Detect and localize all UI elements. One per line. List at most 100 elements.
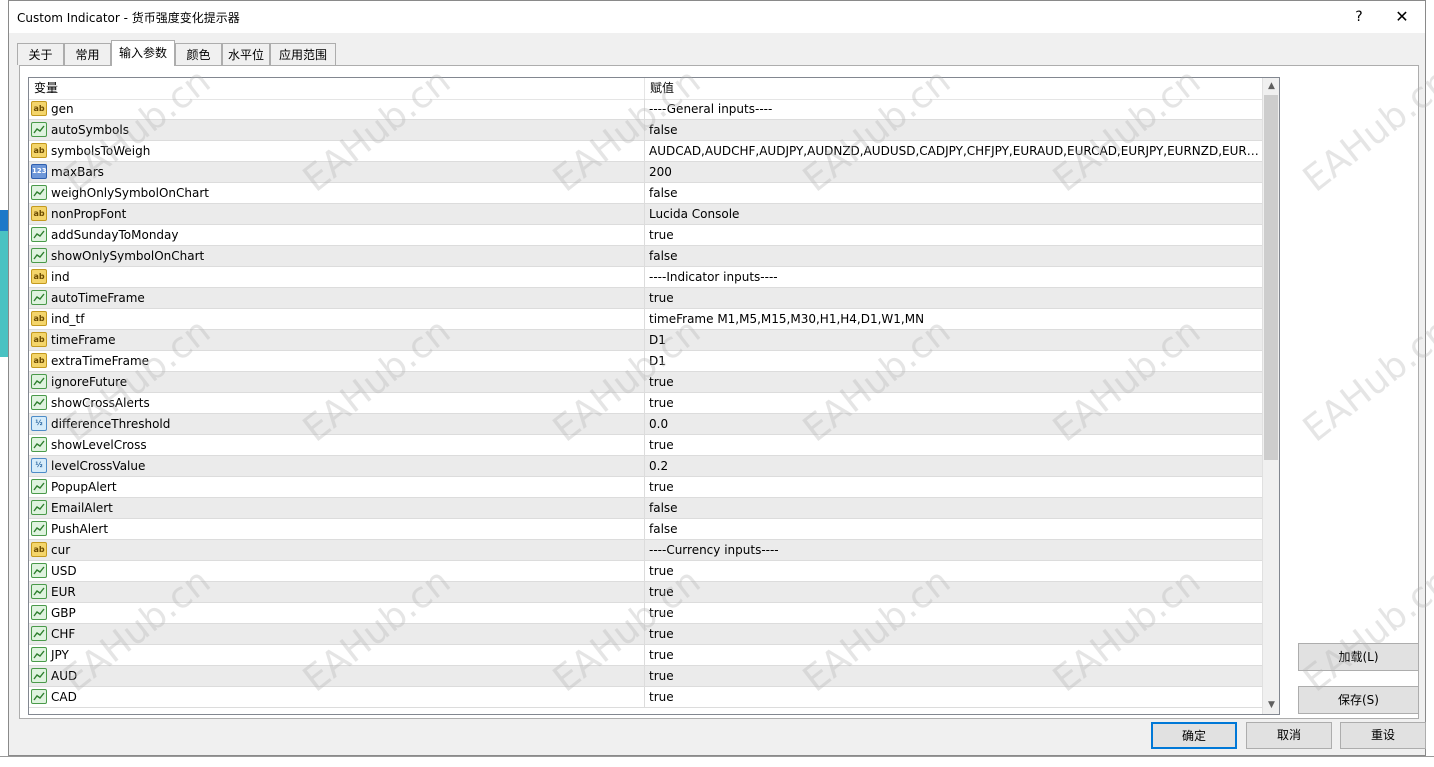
value-cell[interactable]: 0.0	[649, 414, 1259, 434]
value-cell[interactable]: true	[649, 435, 1259, 455]
save-button[interactable]: 保存(S)	[1298, 686, 1419, 714]
value-cell[interactable]: ----General inputs----	[649, 99, 1259, 119]
variable-cell: PushAlert	[29, 519, 645, 539]
value-cell[interactable]: Lucida Console	[649, 204, 1259, 224]
value-cell[interactable]: false	[649, 183, 1259, 203]
tab-colors[interactable]: 颜色	[175, 43, 222, 65]
table-row[interactable]: autoSymbols false	[29, 120, 1262, 141]
variable-name: extraTimeFrame	[51, 354, 150, 368]
variable-name: autoSymbols	[51, 123, 129, 137]
bool-type-icon	[31, 479, 47, 494]
bool-type-icon	[31, 290, 47, 305]
table-row[interactable]: ab extraTimeFrame D1	[29, 351, 1262, 372]
value-cell[interactable]: 0.2	[649, 456, 1259, 476]
value-cell[interactable]: true	[649, 687, 1259, 707]
bool-type-icon	[31, 605, 47, 620]
value-cell[interactable]: true	[649, 372, 1259, 392]
table-row[interactable]: ab gen ----General inputs----	[29, 99, 1262, 120]
table-row[interactable]: CHF true	[29, 624, 1262, 645]
value-cell[interactable]: AUDCAD,AUDCHF,AUDJPY,AUDNZD,AUDUSD,CADJP…	[649, 141, 1259, 161]
table-row[interactable]: ½ levelCrossValue 0.2	[29, 456, 1262, 477]
ok-button[interactable]: 确定	[1151, 722, 1237, 749]
table-row[interactable]: showCrossAlerts true	[29, 393, 1262, 414]
variable-name: PopupAlert	[51, 480, 117, 494]
load-button[interactable]: 加载(L)	[1298, 643, 1419, 671]
table-row[interactable]: autoTimeFrame true	[29, 288, 1262, 309]
value-cell[interactable]: D1	[649, 351, 1259, 371]
value-cell[interactable]: ----Indicator inputs----	[649, 267, 1259, 287]
table-row[interactable]: weighOnlySymbolOnChart false	[29, 183, 1262, 204]
value-cell[interactable]: true	[649, 645, 1259, 665]
table-row[interactable]: PopupAlert true	[29, 477, 1262, 498]
tab-levels[interactable]: 水平位	[222, 43, 270, 65]
column-header-variable[interactable]: 变量	[29, 78, 645, 99]
table-row[interactable]: ab ind ----Indicator inputs----	[29, 267, 1262, 288]
table-row[interactable]: EmailAlert false	[29, 498, 1262, 519]
table-row[interactable]: AUD true	[29, 666, 1262, 687]
table-row[interactable]: ab cur ----Currency inputs----	[29, 540, 1262, 561]
value-cell[interactable]: true	[649, 225, 1259, 245]
table-row[interactable]: showOnlySymbolOnChart false	[29, 246, 1262, 267]
tab-about[interactable]: 关于	[17, 43, 64, 65]
table-row[interactable]: ½ differenceThreshold 0.0	[29, 414, 1262, 435]
value-cell[interactable]: true	[649, 561, 1259, 581]
table-row[interactable]: ignoreFuture true	[29, 372, 1262, 393]
value-cell[interactable]: true	[649, 582, 1259, 602]
table-row[interactable]: ab symbolsToWeigh AUDCAD,AUDCHF,AUDJPY,AUD…	[29, 141, 1262, 162]
table-row[interactable]: PushAlert false	[29, 519, 1262, 540]
variable-cell: ½ differenceThreshold	[29, 414, 645, 434]
value-cell[interactable]: false	[649, 498, 1259, 518]
variable-name: AUD	[51, 669, 78, 683]
table-row[interactable]: USD true	[29, 561, 1262, 582]
table-row[interactable]: JPY true	[29, 645, 1262, 666]
tab-visualization[interactable]: 应用范围	[270, 43, 336, 65]
variable-name: cur	[51, 543, 71, 557]
value-cell[interactable]: false	[649, 120, 1259, 140]
table-row[interactable]: EUR true	[29, 582, 1262, 603]
variable-name: levelCrossValue	[51, 459, 146, 473]
table-row[interactable]: GBP true	[29, 603, 1262, 624]
column-header-value[interactable]: 赋值	[645, 78, 1262, 99]
variable-cell: weighOnlySymbolOnChart	[29, 183, 645, 203]
tab-common[interactable]: 常用	[64, 43, 111, 65]
value-cell[interactable]: timeFrame M1,M5,M15,M30,H1,H4,D1,W1,MN	[649, 309, 1259, 329]
close-button[interactable]: ✕	[1387, 7, 1417, 27]
value-cell[interactable]: 200	[649, 162, 1259, 182]
table-row[interactable]: ab timeFrame D1	[29, 330, 1262, 351]
vertical-scrollbar[interactable]: ▲ ▼	[1262, 78, 1279, 714]
help-button[interactable]: ?	[1344, 7, 1374, 27]
scrollbar-thumb[interactable]	[1264, 95, 1278, 460]
table-row[interactable]: addSundayToMonday true	[29, 225, 1262, 246]
variable-name: differenceThreshold	[51, 417, 171, 431]
scroll-down-icon[interactable]: ▼	[1263, 697, 1279, 714]
table-row[interactable]: CAD true	[29, 687, 1262, 708]
grid-header: 变量 赋值	[29, 78, 1262, 100]
bool-type-icon	[31, 647, 47, 662]
value-cell[interactable]: D1	[649, 330, 1259, 350]
inputs-grid[interactable]: 变量 赋值 ab gen ----General inputs---- autoSym…	[28, 77, 1280, 715]
value-cell[interactable]: false	[649, 246, 1259, 266]
value-cell[interactable]: true	[649, 477, 1259, 497]
table-row[interactable]: showLevelCross true	[29, 435, 1262, 456]
value-cell[interactable]: true	[649, 666, 1259, 686]
variable-cell: ignoreFuture	[29, 372, 645, 392]
scroll-up-icon[interactable]: ▲	[1263, 78, 1279, 95]
value-cell[interactable]: false	[649, 519, 1259, 539]
bool-type-icon	[31, 563, 47, 578]
bool-type-icon	[31, 521, 47, 536]
value-cell[interactable]: true	[649, 288, 1259, 308]
variable-cell: ab ind	[29, 267, 645, 287]
table-row[interactable]: ab nonPropFont Lucida Console	[29, 204, 1262, 225]
variable-name: ind_tf	[51, 312, 85, 326]
table-row[interactable]: 123 maxBars 200	[29, 162, 1262, 183]
value-cell[interactable]: true	[649, 624, 1259, 644]
reset-button[interactable]: 重设	[1340, 722, 1426, 749]
variable-name: EmailAlert	[51, 501, 113, 515]
cancel-button[interactable]: 取消	[1246, 722, 1332, 749]
tab-inputs[interactable]: 输入参数	[111, 40, 175, 66]
value-cell[interactable]: true	[649, 393, 1259, 413]
table-row[interactable]: ab ind_tf timeFrame M1,M5,M15,M30,H1,H4,D1…	[29, 309, 1262, 330]
variable-cell: ab nonPropFont	[29, 204, 645, 224]
value-cell[interactable]: ----Currency inputs----	[649, 540, 1259, 560]
value-cell[interactable]: true	[649, 603, 1259, 623]
